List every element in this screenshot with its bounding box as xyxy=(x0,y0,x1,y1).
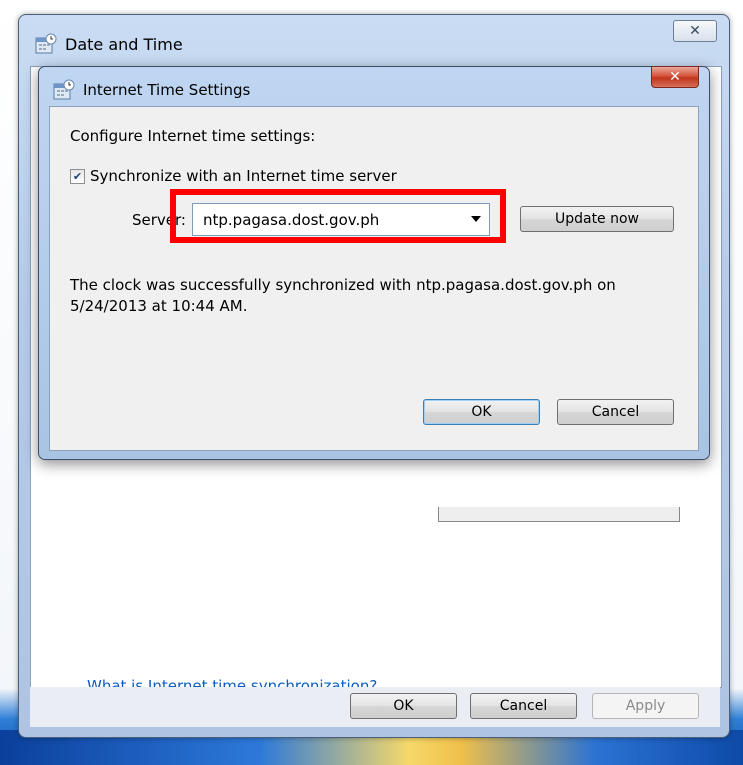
sync-status-text: The clock was successfully synchronized … xyxy=(70,276,616,315)
window-title: Date and Time xyxy=(65,34,183,54)
configure-label: Configure Internet time settings: xyxy=(70,127,316,145)
server-combobox[interactable]: ntp.pagasa.dost.gov.ph xyxy=(192,203,490,236)
dialog-title: Internet Time Settings xyxy=(83,81,251,99)
hidden-change-settings-button xyxy=(438,507,680,522)
server-label: Server: xyxy=(132,211,186,229)
dialog-title-bar: Internet Time Settings xyxy=(53,79,250,101)
ok-button[interactable]: OK xyxy=(350,693,457,719)
close-button[interactable]: ✕ xyxy=(673,20,717,42)
update-now-button[interactable]: Update now xyxy=(520,206,674,232)
dialog-ok-button[interactable]: OK xyxy=(423,399,540,425)
internet-time-settings-dialog: Internet Time Settings ✕ Configure Inter… xyxy=(38,66,710,460)
dialog-content: Configure Internet time settings: ✔ Sync… xyxy=(49,106,699,451)
dialog-cancel-button[interactable]: Cancel xyxy=(557,399,674,425)
dialog-close-button[interactable]: ✕ xyxy=(651,66,699,88)
sync-checkbox-row[interactable]: ✔ Synchronize with an Internet time serv… xyxy=(70,167,397,185)
close-icon: ✕ xyxy=(669,69,681,85)
sync-checkbox-label: Synchronize with an Internet time server xyxy=(90,167,397,185)
checkmark-icon: ✔ xyxy=(72,169,83,183)
close-icon: ✕ xyxy=(689,23,701,39)
server-value: ntp.pagasa.dost.gov.ph xyxy=(203,210,380,229)
date-time-icon xyxy=(53,79,75,101)
cancel-button[interactable]: Cancel xyxy=(470,693,577,719)
chevron-down-icon[interactable] xyxy=(471,216,481,222)
apply-button[interactable]: Apply xyxy=(592,693,699,719)
date-time-icon xyxy=(35,33,57,55)
sync-checkbox[interactable]: ✔ xyxy=(70,168,85,184)
window-title-bar: Date and Time xyxy=(35,33,183,55)
